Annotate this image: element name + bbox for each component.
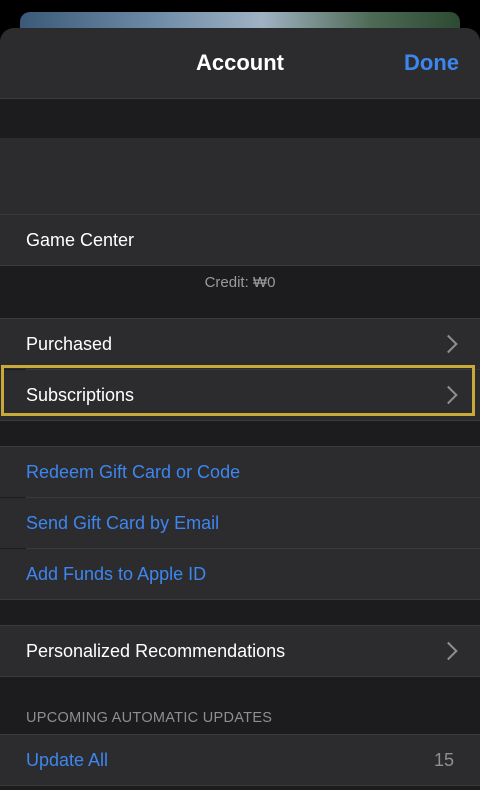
credit-balance: Credit: ₩0 bbox=[204, 274, 276, 291]
redeem-gift-card-label: Redeem Gift Card or Code bbox=[26, 461, 241, 482]
account-sheet: Account Done Game Center Credit: ₩0 Purc… bbox=[0, 28, 480, 790]
update-count-badge: 15 bbox=[433, 749, 454, 770]
personalized-recommendations-label: Personalized Recommendations bbox=[26, 640, 286, 661]
update-all-label: Update All bbox=[26, 749, 109, 770]
subscriptions-row[interactable]: Subscriptions bbox=[0, 370, 480, 420]
navigation-bar: Account Done bbox=[0, 28, 480, 99]
redeem-gift-card-link[interactable]: Redeem Gift Card or Code bbox=[0, 447, 480, 497]
send-gift-card-label: Send Gift Card by Email bbox=[26, 512, 220, 533]
send-gift-card-link[interactable]: Send Gift Card by Email bbox=[0, 498, 480, 548]
divider bbox=[0, 785, 480, 786]
upcoming-updates-header: UPCOMING AUTOMATIC UPDATES bbox=[26, 710, 273, 726]
game-center-label: Game Center bbox=[26, 229, 135, 250]
add-funds-link[interactable]: Add Funds to Apple ID bbox=[0, 549, 480, 599]
divider bbox=[0, 676, 480, 677]
game-center-row[interactable]: Game Center bbox=[0, 215, 480, 265]
chevron-right-icon bbox=[439, 385, 458, 405]
subscriptions-label: Subscriptions bbox=[26, 384, 135, 405]
done-button[interactable]: Done bbox=[404, 50, 459, 76]
add-funds-label: Add Funds to Apple ID bbox=[26, 563, 207, 584]
personalized-recommendations-row[interactable]: Personalized Recommendations bbox=[0, 626, 480, 676]
chevron-right-icon bbox=[439, 334, 458, 354]
chevron-right-icon bbox=[439, 641, 458, 661]
account-profile-row[interactable] bbox=[0, 138, 480, 214]
purchased-label: Purchased bbox=[26, 333, 113, 354]
divider bbox=[0, 420, 480, 421]
divider bbox=[0, 265, 480, 266]
update-all-row[interactable]: Update All 15 bbox=[0, 735, 480, 785]
divider bbox=[0, 599, 480, 600]
purchased-row[interactable]: Purchased bbox=[0, 319, 480, 369]
